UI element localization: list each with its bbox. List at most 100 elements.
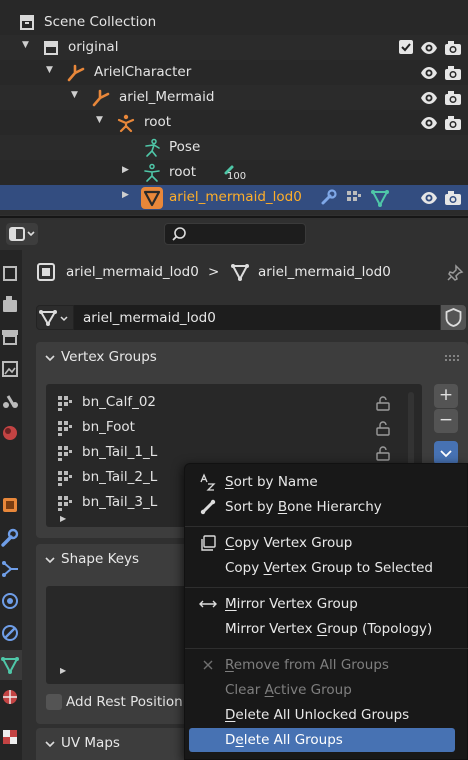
add-vertex-group-button[interactable]: + xyxy=(434,384,458,408)
search-icon xyxy=(171,226,187,242)
add-rest-position-checkbox[interactable] xyxy=(46,694,62,710)
vertex-groups-header[interactable]: Vertex Groups xyxy=(36,342,468,374)
tab-tool[interactable] xyxy=(0,258,22,288)
menu-item-delete-all-unlocked-groups[interactable]: Delete All Unlocked Groups xyxy=(189,703,455,727)
armature-figure-icon xyxy=(116,113,136,133)
collapsed-triangle-icon[interactable]: ▶ xyxy=(122,190,129,200)
outliner-row-root-bone[interactable]: ▼ root xyxy=(0,110,468,135)
eye-icon[interactable] xyxy=(420,39,438,57)
remove-vertex-group-button[interactable]: − xyxy=(434,409,458,433)
menu-separator xyxy=(185,648,468,649)
unlocked-icon[interactable] xyxy=(374,394,392,412)
outliner-row-arielcharacter[interactable]: ▼ ArielCharacter xyxy=(0,60,468,85)
properties-search-input[interactable] xyxy=(164,223,306,245)
tab-render[interactable] xyxy=(0,290,22,320)
outliner-label: ArielCharacter xyxy=(94,64,192,80)
list-resize-grip-icon[interactable]: ▶ xyxy=(60,514,66,523)
tab-world[interactable] xyxy=(0,418,22,448)
checkbox-checked-icon[interactable] xyxy=(398,39,416,57)
outliner-row-original[interactable]: ▼ original xyxy=(0,35,468,60)
unlocked-icon[interactable] xyxy=(374,444,392,462)
vertex-group-name: bn_Tail_1_L xyxy=(82,444,158,460)
child-count-badge: 100 xyxy=(227,171,247,182)
outliner-row-scene-collection[interactable]: Scene Collection xyxy=(0,10,468,35)
vertex-group-row[interactable]: bn_Calf_02 xyxy=(46,390,422,415)
menu-separator xyxy=(185,526,468,527)
menu-item-sort-by-name[interactable]: Sort by Name xyxy=(189,470,455,494)
collapsed-triangle-icon[interactable]: ▶ xyxy=(122,165,129,175)
mesh-datablock-selector: ariel_mermaid_lod0 xyxy=(36,305,466,331)
menu-item-remove-from-all-groups[interactable]: Remove from All Groups xyxy=(189,653,455,677)
uv-maps-title: UV Maps xyxy=(61,735,120,751)
menu-item-mirror-vertex-group[interactable]: Mirror Vertex Group xyxy=(189,592,455,616)
vertex-group-icon xyxy=(56,444,74,462)
expand-triangle-icon[interactable]: ▼ xyxy=(71,90,78,100)
tab-modifiers[interactable] xyxy=(0,522,22,552)
vertex-group-icon xyxy=(56,494,74,512)
tab-object[interactable] xyxy=(0,490,22,520)
outliner: Scene Collection ▼ original ▼ ArielChara… xyxy=(0,0,468,215)
duplicate-icon xyxy=(199,534,217,552)
mesh-data-icon[interactable] xyxy=(370,188,390,208)
vertex-group-icon xyxy=(56,419,74,437)
mesh-object-icon xyxy=(141,187,163,209)
unlocked-icon[interactable] xyxy=(374,419,392,437)
camera-icon[interactable] xyxy=(444,39,462,57)
expand-triangle-icon[interactable]: ▼ xyxy=(46,65,53,75)
pin-icon[interactable] xyxy=(446,264,464,282)
expand-triangle-icon[interactable]: ▼ xyxy=(22,40,29,50)
menu-item-sort-by-bone-hierarchy[interactable]: Sort by Bone Hierarchy xyxy=(189,495,455,519)
tab-mesh-data[interactable] xyxy=(0,650,22,680)
vertex-group-specials-button[interactable] xyxy=(434,441,458,465)
outliner-row-root-pose[interactable]: ▶ root 100 xyxy=(0,160,468,185)
outliner-label: original xyxy=(68,39,119,55)
vertex-groups-icon[interactable] xyxy=(345,188,365,208)
camera-icon[interactable] xyxy=(444,114,462,132)
vertex-group-name: bn_Foot xyxy=(82,419,135,435)
vertex-group-row[interactable]: bn_Tail_1_L xyxy=(46,440,422,465)
bone-icon xyxy=(199,498,217,516)
vertex-group-name: bn_Tail_3_L xyxy=(82,494,158,510)
add-rest-position-label: Add Rest Position xyxy=(66,694,183,710)
tab-scene[interactable] xyxy=(0,386,22,416)
tab-output[interactable] xyxy=(0,322,22,352)
vertex-group-row[interactable]: bn_Foot xyxy=(46,415,422,440)
menu-item-mirror-vertex-group-topology[interactable]: Mirror Vertex Group (Topology) xyxy=(189,617,455,641)
eye-icon[interactable] xyxy=(420,189,438,207)
tab-physics[interactable] xyxy=(0,586,22,616)
expand-triangle-icon[interactable]: ▼ xyxy=(96,115,103,125)
eye-icon[interactable] xyxy=(420,89,438,107)
editor-type-button[interactable] xyxy=(6,223,38,245)
menu-item-delete-all-groups[interactable]: Delete All Groups xyxy=(189,728,455,752)
wrench-icon[interactable] xyxy=(320,188,340,208)
fake-user-button[interactable] xyxy=(441,305,466,330)
list-resize-grip-icon[interactable]: ▶ xyxy=(60,666,66,675)
outliner-row-ariel-mermaid[interactable]: ▼ ariel_Mermaid xyxy=(0,85,468,110)
tab-view-layer[interactable] xyxy=(0,354,22,384)
camera-icon[interactable] xyxy=(444,64,462,82)
eye-icon[interactable] xyxy=(420,64,438,82)
menu-item-clear-active-group[interactable]: Clear Active Group xyxy=(189,678,455,702)
outliner-row-ariel-mermaid-lod0[interactable]: ▶ ariel_mermaid_lod0 xyxy=(0,185,468,210)
camera-icon[interactable] xyxy=(444,189,462,207)
menu-item-copy-vertex-group[interactable]: Copy Vertex Group xyxy=(189,531,455,555)
mesh-name-field[interactable]: ariel_mermaid_lod0 xyxy=(74,305,440,330)
tab-particles[interactable] xyxy=(0,554,22,584)
breadcrumb-separator: > xyxy=(208,264,220,280)
drag-handle-icon[interactable] xyxy=(444,354,460,362)
vertex-group-name: bn_Tail_2_L xyxy=(82,469,158,485)
mirror-arrows-icon xyxy=(199,595,217,613)
browse-mesh-dropdown[interactable] xyxy=(36,305,74,330)
tab-material[interactable] xyxy=(0,682,22,712)
outliner-row-pose[interactable]: Pose xyxy=(0,135,468,160)
camera-icon[interactable] xyxy=(444,89,462,107)
eye-icon[interactable] xyxy=(420,114,438,132)
vertex-group-icon xyxy=(56,469,74,487)
vertex-group-specials-menu: Sort by Name Sort by Bone Hierarchy Copy… xyxy=(184,463,468,760)
menu-item-copy-vertex-group-to-selected[interactable]: Copy Vertex Group to Selected xyxy=(189,556,455,580)
outliner-row-partial xyxy=(0,210,468,215)
vertex-group-name: bn_Calf_02 xyxy=(82,394,157,410)
tab-texture[interactable] xyxy=(0,722,22,752)
tab-constraints[interactable] xyxy=(0,618,22,648)
vertex-groups-title: Vertex Groups xyxy=(61,349,157,365)
